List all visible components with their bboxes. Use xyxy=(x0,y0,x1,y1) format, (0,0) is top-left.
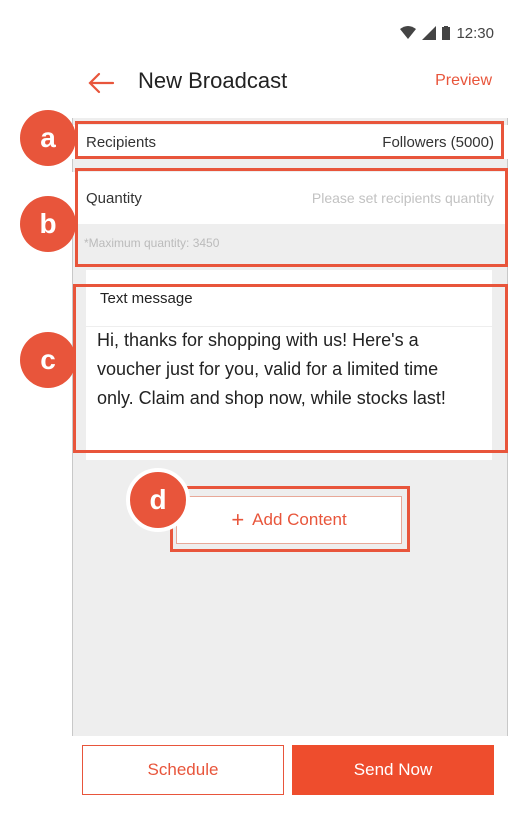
send-now-button[interactable]: Send Now xyxy=(292,745,494,795)
highlight-box-a xyxy=(75,121,504,159)
highlight-box-b xyxy=(75,168,508,267)
annotation-badge-d: d xyxy=(126,468,190,532)
annotation-badge-c: c xyxy=(20,332,76,388)
page-title: New Broadcast xyxy=(138,68,288,93)
app-header: New Broadcast Preview xyxy=(72,54,508,118)
highlight-box-c xyxy=(73,284,508,453)
battery-icon xyxy=(442,26,451,40)
annotation-badge-b: b xyxy=(20,196,76,252)
wifi-icon xyxy=(400,26,417,39)
preview-button[interactable]: Preview xyxy=(435,72,492,90)
status-bar: 12:30 xyxy=(72,12,508,54)
highlight-box-d xyxy=(170,486,410,552)
status-time: 12:30 xyxy=(456,24,494,42)
schedule-button[interactable]: Schedule xyxy=(82,745,284,795)
back-arrow-icon[interactable] xyxy=(86,68,116,98)
cell-signal-icon xyxy=(422,26,437,40)
annotation-badge-a: a xyxy=(20,110,76,166)
